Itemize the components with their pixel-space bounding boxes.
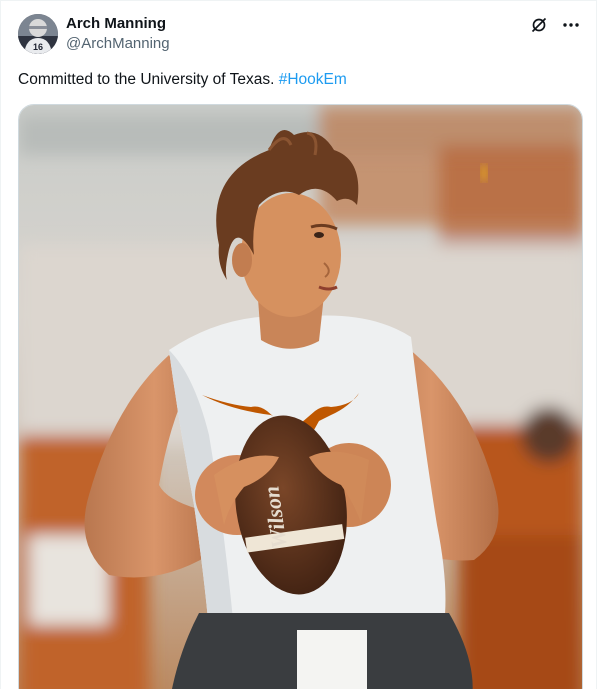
- display-name[interactable]: Arch Manning: [66, 15, 170, 33]
- tweet-top-actions: [528, 15, 582, 35]
- avatar[interactable]: 16: [18, 14, 58, 54]
- user-handle[interactable]: @ArchManning: [66, 34, 170, 54]
- hashtag-link[interactable]: #HookEm: [279, 71, 347, 88]
- more-icon[interactable]: [560, 15, 582, 35]
- grok-icon[interactable]: [528, 15, 550, 35]
- tweet-card[interactable]: 16 Arch Manning @ArchManning Committed t…: [0, 0, 597, 689]
- avatar-jersey-number: 16: [33, 42, 43, 52]
- author-block[interactable]: Arch Manning @ArchManning: [66, 15, 170, 54]
- tweet-text: Committed to the University of Texas. #H…: [18, 70, 347, 90]
- tweet-photo[interactable]: Wilson: [18, 104, 583, 689]
- tweet-body: Committed to the University of Texas.: [18, 71, 279, 88]
